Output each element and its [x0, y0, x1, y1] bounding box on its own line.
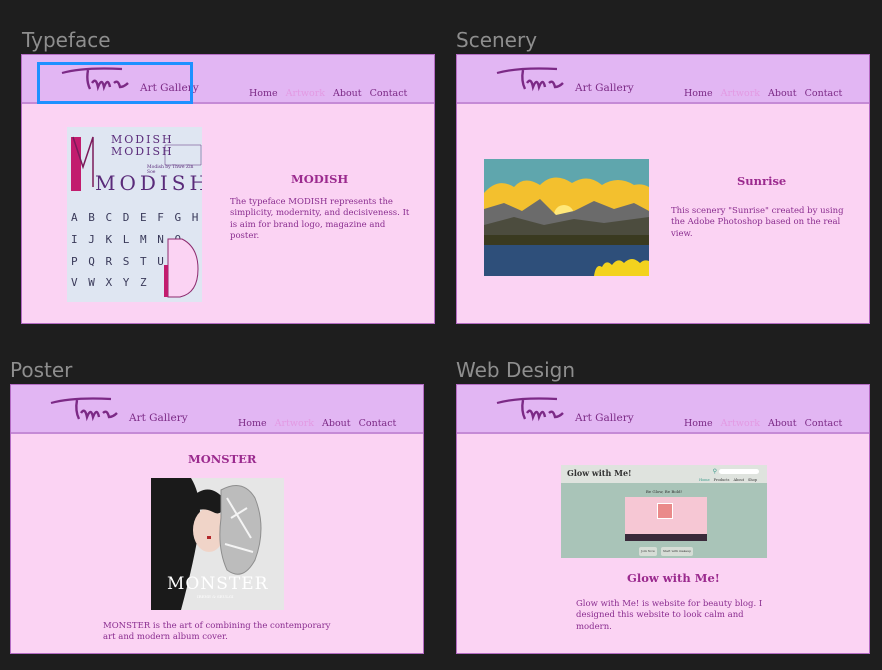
letters-row-1: A B C D E F G H: [71, 211, 201, 224]
frame-scenery[interactable]: Art Gallery Home Artwork About Contact S…: [456, 54, 870, 324]
video-product: [657, 503, 673, 519]
site-header: Art Gallery Home Artwork About Contact: [11, 385, 423, 434]
nav-contact[interactable]: Contact: [370, 88, 408, 99]
typeface-heading: MODISH: [291, 172, 349, 186]
web-description: Glow with Me! is website for beauty blog…: [576, 599, 763, 632]
website-top-bar: Glow with Me! ⚲ Home Products About Shop: [561, 465, 767, 483]
poster-title-big: MODISH: [95, 171, 202, 195]
nav-contact[interactable]: Contact: [805, 88, 843, 99]
frame-label-scenery: Scenery: [456, 28, 538, 52]
nav-home[interactable]: Home: [684, 418, 713, 429]
website-screenshot[interactable]: Glow with Me! ⚲ Home Products About Shop…: [561, 465, 767, 558]
brand-label[interactable]: Art Gallery: [575, 82, 634, 94]
letters-row-4: V W X Y Z: [71, 276, 149, 289]
website-nav: Home Products About Shop: [699, 478, 757, 482]
nav-contact[interactable]: Contact: [805, 418, 843, 429]
nav-about[interactable]: About: [322, 418, 351, 429]
nav-about[interactable]: About: [333, 88, 362, 99]
website-join-button: Join Now: [639, 547, 657, 556]
website-search-bar: [719, 469, 759, 474]
sunrise-image[interactable]: [484, 159, 649, 276]
nav-artwork[interactable]: Artwork: [286, 88, 325, 99]
thwe-logo[interactable]: [495, 393, 575, 425]
brand-label[interactable]: Art Gallery: [129, 412, 188, 424]
frame-label-typeface: Typeface: [22, 28, 111, 52]
nav-home[interactable]: Home: [238, 418, 267, 429]
nav-home[interactable]: Home: [249, 88, 278, 99]
search-icon: ⚲: [712, 468, 717, 475]
brand-label[interactable]: Art Gallery: [575, 412, 634, 424]
scenery-heading: Sunrise: [737, 174, 787, 188]
frame-label-web: Web Design: [456, 358, 576, 382]
website-nav-about: About: [733, 478, 744, 482]
website-title: Glow with Me!: [567, 468, 632, 478]
website-nav-home: Home: [699, 478, 710, 482]
nav-bar: Home Artwork About Contact: [684, 88, 842, 99]
typeface-description: The typeface MODISH represents the simpl…: [230, 197, 410, 242]
typeface-poster-image[interactable]: MODISH MODISH Modish by Thwe Zin Soe MOD…: [67, 127, 202, 302]
nav-contact[interactable]: Contact: [359, 418, 397, 429]
thwe-logo[interactable]: [49, 393, 129, 425]
nav-about[interactable]: About: [768, 418, 797, 429]
site-header: Art Gallery Home Artwork About Contact: [457, 385, 869, 434]
frame-label-poster: Poster: [10, 358, 73, 382]
website-nav-shop: Shop: [748, 478, 757, 482]
website-video: [625, 497, 707, 541]
poster-heading: MONSTER: [188, 452, 257, 466]
album-cover-sub: IRENE & SEULGI: [197, 594, 234, 599]
nav-bar: Home Artwork About Contact: [238, 418, 396, 429]
scenery-description: This scenery "Sunrise" created by using …: [671, 206, 844, 239]
frame-poster[interactable]: Art Gallery Home Artwork About Contact M…: [10, 384, 424, 654]
video-controls: [625, 534, 707, 541]
monster-album-cover[interactable]: MONSTER IRENE & SEULGI: [151, 478, 284, 610]
nav-artwork[interactable]: Artwork: [721, 88, 760, 99]
frame-web-design[interactable]: Art Gallery Home Artwork About Contact G…: [456, 384, 870, 654]
nav-about[interactable]: About: [768, 88, 797, 99]
selection-box: [37, 62, 193, 104]
website-tagline: Be Glow, Be Bold!: [645, 489, 683, 494]
poster-description: MONSTER is the art of combining the cont…: [103, 621, 331, 643]
nav-bar: Home Artwork About Contact: [684, 418, 842, 429]
thwe-logo[interactable]: [495, 63, 575, 95]
website-makeup-button: Start with makeup: [661, 547, 693, 556]
website-nav-products: Products: [713, 478, 730, 482]
nav-artwork[interactable]: Artwork: [721, 418, 760, 429]
site-header: Art Gallery Home Artwork About Contact: [457, 55, 869, 104]
letters-row-3: P Q R S T U: [71, 255, 166, 268]
frame-typeface[interactable]: Art Gallery Home Artwork About Contact M…: [21, 54, 435, 324]
nav-bar: Home Artwork About Contact: [249, 88, 407, 99]
web-heading: Glow with Me!: [627, 571, 720, 585]
nav-home[interactable]: Home: [684, 88, 713, 99]
nav-artwork[interactable]: Artwork: [275, 418, 314, 429]
poster-title-mid: MODISH: [111, 145, 174, 158]
typeface-d-shape: [164, 238, 199, 298]
album-cover-title: MONSTER: [167, 574, 269, 594]
